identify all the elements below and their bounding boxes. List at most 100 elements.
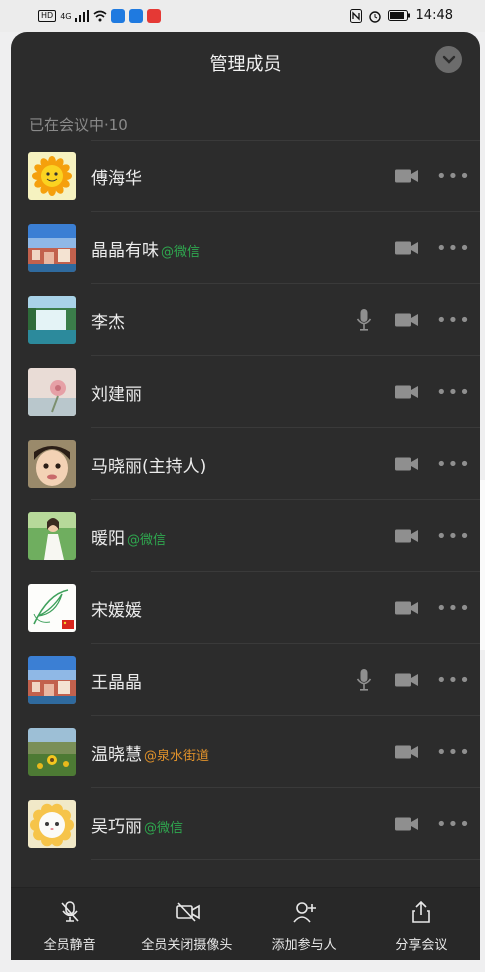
member-avatar [28,368,76,416]
member-row[interactable]: 宋媛媛 ••• [11,572,480,644]
status-icons-right: 14:48 [349,8,453,23]
member-name: 傅海华 [91,164,142,189]
member-row[interactable]: 李杰 ••• [11,284,480,356]
app-notification-icon [129,9,144,23]
member-avatar [28,152,76,200]
camera-off-icon[interactable] [395,600,419,616]
member-avatar [28,512,76,560]
member-name: 宋媛媛 [91,596,142,621]
camera-off-icon [175,900,200,924]
signal-icon [75,10,90,22]
member-name-text: 吴巧丽 [91,817,142,837]
member-name-text: 温晓慧 [91,745,142,765]
toolbar-button-mic-muted[interactable]: 全员静音 [11,888,128,960]
toolbar-button-add-person[interactable]: 添加参与人 [246,888,363,960]
share-icon [409,900,433,924]
member-name: 温晓慧 @泉水街道 [91,740,209,765]
background-strip [480,480,485,650]
member-avatar [28,440,76,488]
bottom-toolbar: 全员静音 全员关闭摄像头 添加参与人 分享会议 [11,887,480,960]
hd-badge: HD [38,10,57,22]
video-app-notification-icon [147,9,162,23]
more-options-icon[interactable]: ••• [436,382,470,403]
toolbar-label: 全员关闭摄像头 [141,938,233,953]
member-row[interactable]: 暖阳 @微信 ••• [11,500,480,572]
camera-off-icon[interactable] [395,528,419,544]
member-name: 王晶晶 [91,668,142,693]
more-options-icon[interactable]: ••• [436,670,470,691]
mic-muted-icon [58,900,82,924]
more-options-icon[interactable]: ••• [436,310,470,331]
member-avatar [28,296,76,344]
member-list: 傅海华 ••• 晶晶有味 @微信 ••• 李杰 ••• 刘建丽 ••• 马晓丽(主持人) ••• 暖阳… [11,140,480,860]
member-name-text: 傅海华 [91,169,142,189]
battery-icon [387,10,410,21]
chevron-down-icon [442,55,455,64]
toolbar-button-share[interactable]: 分享会议 [363,888,480,960]
toolbar-button-camera-off[interactable]: 全员关闭摄像头 [128,888,245,960]
member-wechat-tag: @微信 [127,533,167,548]
status-icons-left: HD 4G [38,9,162,23]
member-row[interactable]: 马晓丽(主持人) ••• [11,428,480,500]
panel-header: 管理成员 [11,32,480,90]
member-name: 马晓丽(主持人) [91,452,206,477]
camera-off-icon[interactable] [395,168,419,184]
member-name: 李杰 [91,308,125,333]
more-options-icon[interactable]: ••• [436,814,470,835]
more-options-icon[interactable]: ••• [436,742,470,763]
member-name-text: 马晓丽(主持人) [91,457,207,477]
camera-off-icon[interactable] [395,384,419,400]
member-name-text: 暖阳 [91,529,125,549]
more-options-icon[interactable]: ••• [436,598,470,619]
member-org-tag: @泉水街道 [144,749,210,764]
in-meeting-count-label: 已在会议中·10 [29,116,128,134]
microphone-icon[interactable] [356,668,372,692]
network-label: 4G [60,11,72,21]
member-row[interactable]: 刘建丽 ••• [11,356,480,428]
wifi-icon [93,10,107,22]
member-name-text: 王晶晶 [91,673,142,693]
member-wechat-tag: @微信 [144,821,184,836]
member-name: 暖阳 @微信 [91,524,166,549]
member-name-text: 晶晶有味 [91,241,159,261]
camera-off-icon[interactable] [395,816,419,832]
member-row[interactable]: 晶晶有味 @微信 ••• [11,212,480,284]
add-person-icon [292,900,317,924]
member-row[interactable]: 傅海华 ••• [11,140,480,212]
more-options-icon[interactable]: ••• [436,166,470,187]
member-name: 刘建丽 [91,380,142,405]
camera-off-icon[interactable] [395,240,419,256]
camera-off-icon[interactable] [395,672,419,688]
row-divider [91,859,480,860]
toolbar-label: 全员静音 [43,938,96,953]
member-wechat-tag: @微信 [161,245,201,260]
camera-off-icon[interactable] [395,744,419,760]
collapse-button[interactable] [435,46,462,73]
clock: 14:48 [415,8,453,23]
member-avatar [28,656,76,704]
app-notification-icon [111,9,126,23]
member-name-text: 李杰 [91,313,125,333]
page-title: 管理成员 [209,54,282,75]
member-row[interactable]: 温晓慧 @泉水街道 ••• [11,716,480,788]
more-options-icon[interactable]: ••• [436,238,470,259]
camera-off-icon[interactable] [395,456,419,472]
more-options-icon[interactable]: ••• [436,526,470,547]
member-row[interactable]: 吴巧丽 @微信 ••• [11,788,480,860]
member-avatar [28,728,76,776]
camera-off-icon[interactable] [395,312,419,328]
member-name-text: 刘建丽 [91,385,142,405]
more-options-icon[interactable]: ••• [436,454,470,475]
member-name: 晶晶有味 @微信 [91,236,200,261]
manage-members-panel: 管理成员 已在会议中·10 傅海华 ••• 晶晶有味 @微信 ••• 李杰 ••• 刘建丽 ••… [11,32,480,960]
nfc-icon [349,8,362,23]
member-name: 吴巧丽 @微信 [91,812,183,837]
status-bar: HD 4G 14:48 [0,0,485,32]
member-name-text: 宋媛媛 [91,601,142,621]
member-row[interactable]: 王晶晶 ••• [11,644,480,716]
toolbar-label: 添加参与人 [271,938,337,953]
microphone-icon[interactable] [356,308,372,332]
member-avatar [28,584,76,632]
member-avatar [28,224,76,272]
member-avatar [28,800,76,848]
